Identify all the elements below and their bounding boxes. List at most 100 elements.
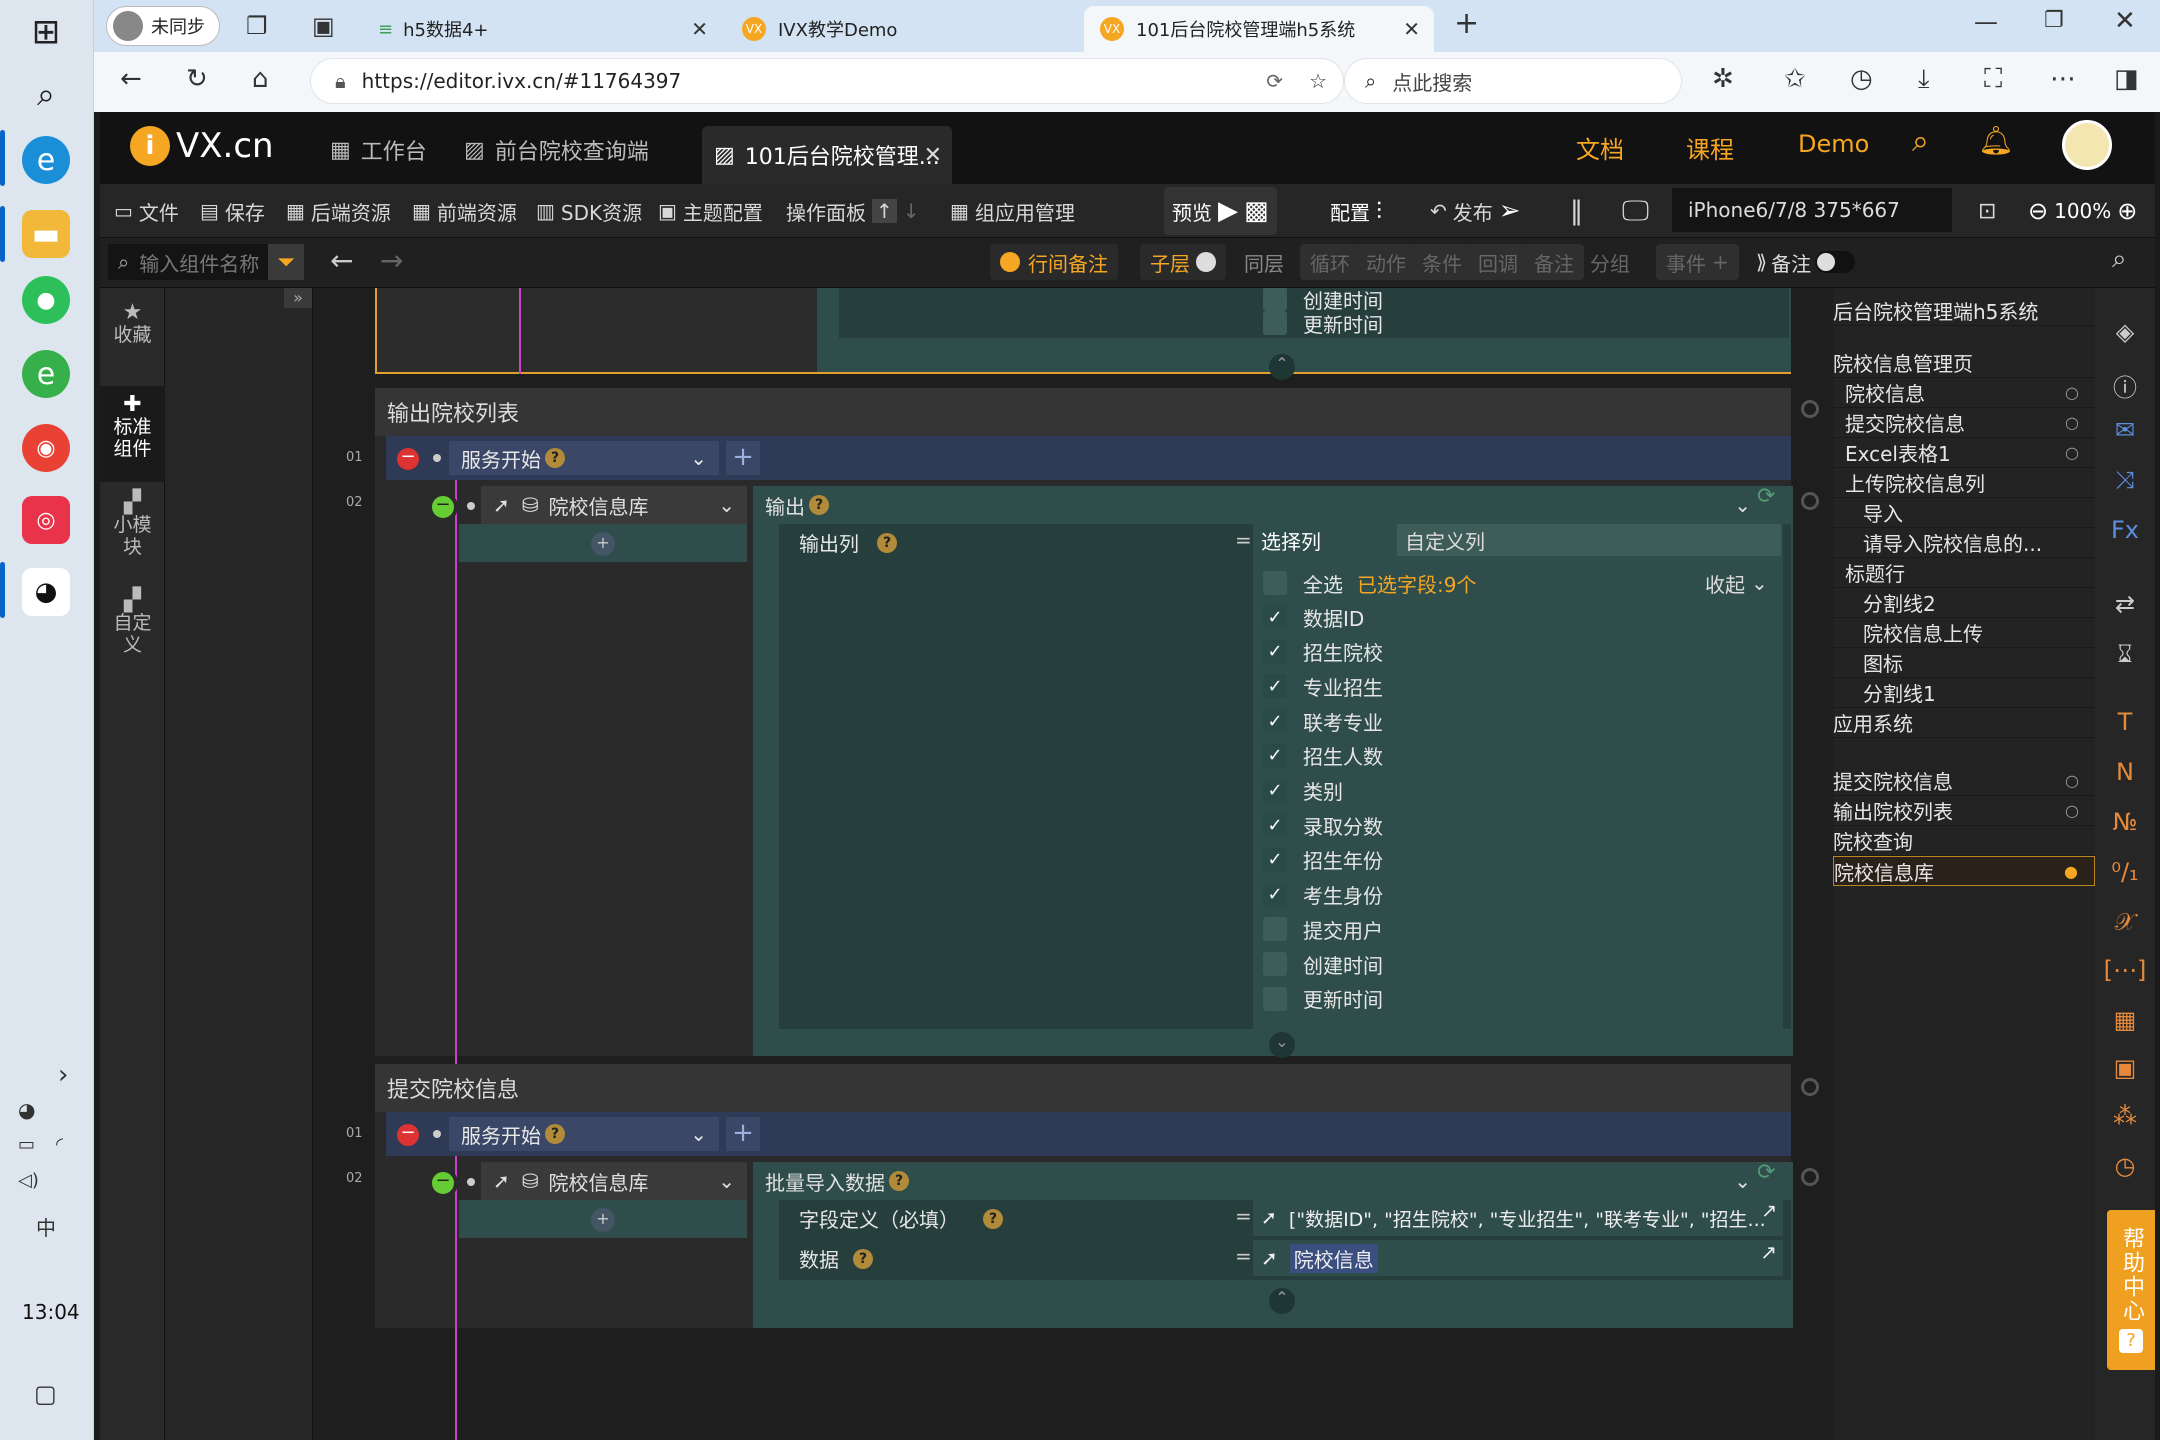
- downloads-icon[interactable]: ⤓: [1918, 64, 1930, 95]
- zoom-in-icon[interactable]: ⊕: [2117, 197, 2137, 225]
- action-select[interactable]: 批量导入数据? ⌄: [753, 1162, 1767, 1200]
- field-checkbox-row[interactable]: ✓ 考生身份: [1263, 880, 1383, 910]
- checkbox[interactable]: [1263, 986, 1287, 1011]
- checkbox-checked[interactable]: ✓: [1263, 743, 1287, 768]
- checkbox-checked[interactable]: ✓: [1263, 778, 1287, 803]
- collapse-up-icon[interactable]: ⌃: [1269, 354, 1295, 380]
- remove-icon[interactable]: −: [393, 1120, 423, 1150]
- qrcode-icon[interactable]: ▩: [1244, 196, 1269, 226]
- user-avatar[interactable]: [2062, 120, 2112, 170]
- tree-item[interactable]: 请导入院校信息的...: [1833, 528, 2095, 558]
- tree-item[interactable]: 院校信息 ○: [1833, 378, 2095, 408]
- refresh-icon[interactable]: ⟳: [1757, 1160, 1775, 1185]
- sdk-resources-button[interactable]: ▥ SDK资源: [536, 184, 642, 238]
- collapse-button[interactable]: 收起 ⌄: [1705, 568, 1768, 598]
- expand-icon[interactable]: ↗: [1760, 1240, 1777, 1264]
- theme-config-button[interactable]: ▣ 主题配置: [658, 184, 763, 238]
- new-tab-icon[interactable]: +: [1454, 6, 1479, 41]
- child-layer-toggle[interactable]: 子层: [1140, 244, 1226, 280]
- ivx-logo[interactable]: i VX.cn: [130, 126, 274, 166]
- action-toggle-icon[interactable]: −: [428, 1168, 458, 1198]
- field-checkbox-row[interactable]: ✓ 招生院校: [1263, 637, 1383, 667]
- side-tab-custom[interactable]: ▞ 自定义: [100, 590, 165, 657]
- add-event-icon[interactable]: +: [726, 1117, 760, 1151]
- workspaces-icon[interactable]: ❐: [246, 12, 268, 40]
- refresh-icon[interactable]: ↻: [186, 64, 208, 94]
- extensions-icon[interactable]: ✲: [1712, 64, 1734, 94]
- status-dot-icon[interactable]: ○: [2065, 771, 2079, 790]
- screenshot-icon[interactable]: ⊡: [1978, 184, 1996, 238]
- help-icon[interactable]: ?: [545, 448, 565, 468]
- chrome-icon[interactable]: ◉: [22, 424, 70, 472]
- favorites-icon[interactable]: ✩: [1784, 64, 1806, 94]
- search-box[interactable]: ⌕ 点此搜索: [1344, 58, 1682, 104]
- ime-icon[interactable]: 中: [36, 1212, 56, 1241]
- data-input[interactable]: ➚ 院校信息 ↗: [1253, 1240, 1783, 1276]
- tree-item[interactable]: 上传院校信息列: [1833, 468, 2095, 498]
- status-dot-icon[interactable]: ●: [2064, 862, 2078, 881]
- help-center-button[interactable]: 帮助中心 ?: [2107, 1210, 2155, 1370]
- publish-button[interactable]: ↶ 发布 ➢: [1430, 184, 1521, 238]
- tree-item[interactable]: 导入: [1833, 498, 2095, 528]
- ie-icon[interactable]: e: [22, 350, 70, 398]
- more-icon[interactable]: ⋯: [2050, 64, 2076, 94]
- url-bar[interactable]: 🔒︎ https://editor.ivx.cn/#11764397 ⟳ ☆: [310, 58, 1344, 104]
- app-tab-workbench[interactable]: ▦ 工作台: [330, 132, 427, 168]
- checkbox[interactable]: [1263, 952, 1287, 976]
- object-icon[interactable]: ▣: [2095, 1054, 2155, 1082]
- tree-item[interactable]: Excel表格1 ○: [1833, 438, 2095, 468]
- side-tab-standard[interactable]: ✚ 标准组件: [100, 386, 165, 482]
- comment-icon[interactable]: ✉: [2095, 416, 2155, 444]
- tree-item[interactable]: 输出院校列表 ○: [1833, 796, 2095, 826]
- checkbox-checked[interactable]: ✓: [1263, 813, 1287, 838]
- battery-icon[interactable]: ▭: [18, 1134, 35, 1155]
- browser-tab-3-active[interactable]: VX 101后台院校管理端h5系统 ✕: [1084, 6, 1434, 52]
- action-select[interactable]: 输出? ⌄: [753, 486, 1767, 524]
- notification-icon[interactable]: ▢: [34, 1380, 57, 1408]
- note-button[interactable]: 备注: [1524, 244, 1584, 280]
- plus-icon[interactable]: +: [591, 532, 615, 556]
- close-icon[interactable]: ✕: [691, 17, 708, 41]
- wifi-icon[interactable]: ◜: [56, 1134, 63, 1155]
- group-header-output-list[interactable]: 输出院校列表: [375, 388, 1791, 436]
- group-app-button[interactable]: ▦ 组应用管理: [950, 184, 1075, 238]
- close-icon[interactable]: ✕: [1403, 17, 1420, 41]
- nav-docs[interactable]: 文档: [1576, 130, 1624, 165]
- restore-icon[interactable]: ❐: [2044, 8, 2064, 33]
- event-select[interactable]: 服务开始? ⌄: [449, 441, 719, 475]
- field-checkbox-row[interactable]: ✓ 录取分数: [1263, 810, 1383, 840]
- action-toggle-icon[interactable]: −: [428, 492, 458, 522]
- edge-icon[interactable]: e: [22, 136, 70, 184]
- help-icon[interactable]: ?: [877, 532, 897, 553]
- frontend-resources-button[interactable]: ▦ 前端资源: [412, 184, 517, 238]
- component-search-input[interactable]: ⌕ 输入组件名称: [108, 244, 268, 280]
- side-tab-small-modules[interactable]: ▞ 小模块: [100, 492, 165, 559]
- help-icon[interactable]: ?: [853, 1248, 873, 1269]
- checkbox[interactable]: [1263, 917, 1287, 942]
- status-dot-icon[interactable]: ○: [2065, 413, 2079, 432]
- checkbox-checked[interactable]: ✓: [1263, 882, 1287, 907]
- tree-item[interactable]: 院校查询: [1833, 826, 2095, 856]
- field-checkbox-row[interactable]: 创建时间: [1263, 949, 1383, 979]
- plus-icon[interactable]: +: [591, 1208, 615, 1232]
- field-checkbox-row[interactable]: ✓ 联考专业: [1263, 706, 1383, 736]
- info-icon[interactable]: ⓘ: [2095, 368, 2155, 403]
- wechat-icon[interactable]: ●: [22, 276, 70, 324]
- help-icon[interactable]: ?: [545, 1124, 565, 1144]
- flow-icon[interactable]: ⤨: [2095, 466, 2155, 494]
- history-icon[interactable]: ◷: [1850, 64, 1873, 94]
- field-checkbox-row[interactable]: ✓ 招生年份: [1263, 845, 1383, 875]
- read-aloud-icon[interactable]: ⟳: [1266, 69, 1283, 93]
- checkbox-checked[interactable]: ✓: [1263, 605, 1287, 629]
- favorite-star-icon[interactable]: ☆: [1309, 69, 1327, 93]
- checkbox-checked[interactable]: ✓: [1263, 674, 1287, 699]
- field-checkbox-row[interactable]: ✓ 招生人数: [1263, 741, 1383, 771]
- status-indicator[interactable]: [1801, 1078, 1819, 1096]
- history-icon[interactable]: ◷: [2095, 1152, 2155, 1180]
- chevron-right-icon[interactable]: ›: [58, 1060, 68, 1090]
- qq-icon[interactable]: ◕: [22, 568, 70, 616]
- arrow-up-icon[interactable]: ↑: [872, 199, 897, 223]
- tree-item[interactable]: 提交院校信息 ○: [1833, 408, 2095, 438]
- tree-item[interactable]: 院校信息上传: [1833, 618, 2095, 648]
- tree-item[interactable]: 后台院校管理端h5系统: [1833, 296, 2095, 326]
